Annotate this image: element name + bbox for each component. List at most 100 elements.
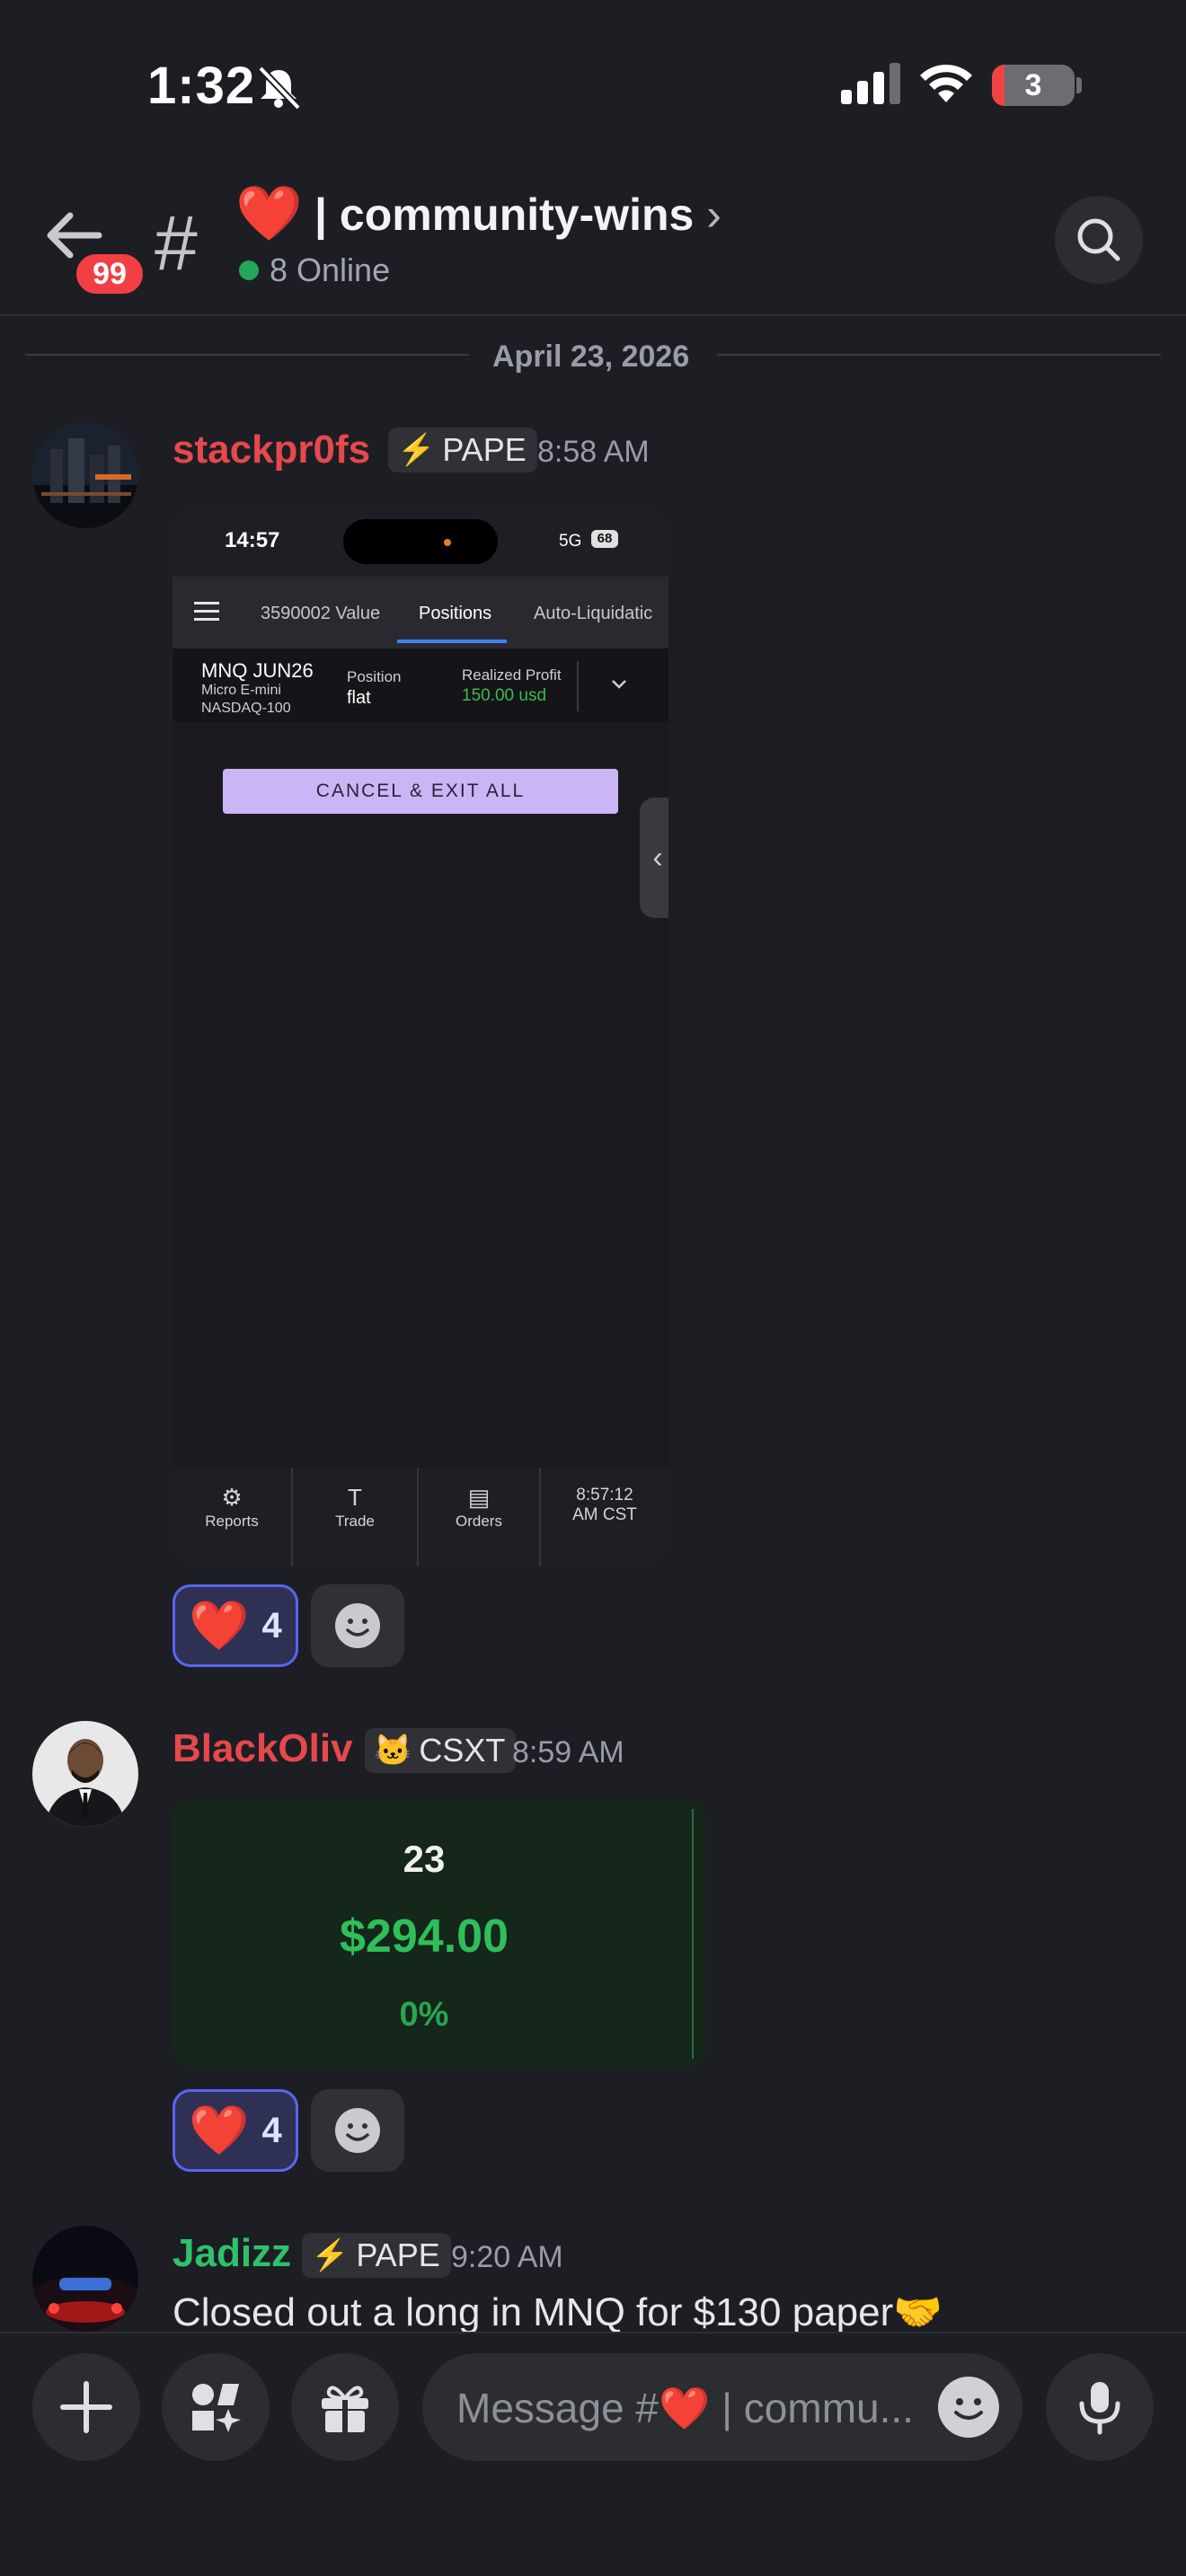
message-author[interactable]: BlackOliv: [173, 1726, 353, 1771]
position-value: flat: [347, 688, 371, 708]
side-panel-handle-icon: ‹: [640, 798, 668, 918]
search-icon: [1077, 218, 1120, 261]
embedded-battery: 68: [591, 530, 618, 548]
date-divider-line-left: [25, 354, 469, 356]
reaction-heart[interactable]: ❤️ 4: [173, 2089, 298, 2172]
embedded-tab-active: Positions: [419, 604, 492, 623]
lightning-icon: ⚡: [397, 433, 436, 467]
voice-message-button[interactable]: [1046, 2353, 1154, 2461]
embedded-tab: 3590002 Value: [261, 604, 381, 623]
date-divider: April 23, 2026: [492, 340, 690, 374]
gear-icon: ⚙: [221, 1484, 243, 1511]
search-button[interactable]: [1055, 196, 1143, 284]
gift-icon: [322, 2386, 368, 2432]
clock-time: 8:57:12: [576, 1486, 633, 1504]
embedded-status-bar: 14:57 5G 68: [173, 505, 668, 577]
embedded-tab: Auto-Liquidatic: [534, 604, 653, 623]
embedded-time: 14:57: [225, 528, 280, 552]
microphone-icon: [1079, 2382, 1120, 2435]
instrument-name: MNQ JUN26: [201, 659, 314, 682]
row-separator: [577, 661, 579, 711]
message-author[interactable]: Jadizz: [173, 2231, 291, 2276]
dynamic-island: [343, 519, 498, 564]
heart-emoji-icon: ❤️: [189, 2104, 250, 2157]
orders-icon: ▤: [467, 1484, 491, 1511]
battery-cap: [1076, 77, 1082, 93]
nav-orders: ▤ Orders: [419, 1468, 539, 1566]
guild-tag[interactable]: ⚡ PAPE: [302, 2233, 451, 2278]
heart-emoji-icon: ❤️: [189, 1599, 250, 1653]
position-label: Position: [347, 668, 402, 685]
hamburger-menu-icon: [194, 602, 219, 626]
pnl-percent: 0%: [399, 1996, 449, 2033]
card-edge: [692, 1809, 694, 2059]
reaction-count: 4: [261, 1605, 282, 1645]
trade-icon: T: [348, 1484, 362, 1511]
add-reaction-button[interactable]: [311, 2089, 404, 2172]
apps-icon: [192, 2384, 241, 2432]
emoji-picker-button[interactable]: [938, 2377, 999, 2438]
smiley-icon: [335, 1603, 380, 1648]
message-timestamp: 8:58 AM: [537, 435, 650, 469]
wifi-icon: [920, 64, 972, 102]
add-reaction-button[interactable]: [311, 1584, 404, 1667]
instrument-desc: Micro E-mini: [201, 683, 281, 698]
status-time: 1:32: [147, 57, 256, 115]
guild-tag-label: PAPE: [442, 431, 527, 468]
nav-reports: ⚙ Reports: [173, 1468, 291, 1566]
active-tab-underline: [397, 640, 507, 643]
message-timestamp: 9:20 AM: [451, 2240, 563, 2274]
embedded-clock: 8:57:12 AM CST: [541, 1468, 668, 1566]
reaction-heart[interactable]: ❤️ 4: [173, 1584, 298, 1667]
image-attachment[interactable]: 14:57 5G 68 3590002 Value Positions Auto…: [173, 505, 668, 1566]
bell-muted-icon: [258, 66, 301, 110]
unread-badge: 99: [72, 250, 147, 298]
smiley-icon: [954, 2398, 983, 2420]
plus-icon: [60, 2381, 112, 2433]
lightning-icon: ⚡: [311, 2238, 350, 2272]
nav-label: Orders: [456, 1513, 502, 1530]
gift-button[interactable]: [291, 2353, 399, 2461]
chevron-right-icon: ›: [706, 190, 721, 240]
trade-count: 23: [403, 1838, 446, 1880]
chevron-down-icon: [612, 680, 626, 689]
message-author[interactable]: stackpr0fs: [173, 428, 370, 472]
image-attachment[interactable]: 23 $294.00 0%: [173, 1800, 706, 2068]
guild-tag[interactable]: ⚡ PAPE: [388, 428, 537, 472]
channel-hash-icon: #: [155, 200, 198, 287]
online-status-dot: [239, 260, 259, 280]
avatar[interactable]: [32, 2226, 138, 2332]
avatar[interactable]: [32, 422, 138, 528]
message-content: Closed out a long in MNQ for $130 paper🤝: [173, 2290, 943, 2334]
attach-plus-button[interactable]: [32, 2353, 140, 2461]
channel-heart-emoji: ❤️: [235, 183, 303, 243]
guild-tag-label: PAPE: [356, 2236, 440, 2273]
embedded-tab-bar: 3590002 Value Positions Auto-Liquidatic: [173, 577, 668, 648]
cat-icon: 🐱: [374, 1734, 412, 1768]
cancel-exit-all-button: CANCEL & EXIT ALL: [223, 769, 618, 814]
channel-title[interactable]: | community-wins ›: [314, 189, 721, 241]
position-row: MNQ JUN26 Micro E-mini NASDAQ-100 Positi…: [173, 648, 668, 722]
pnl-amount: $294.00: [340, 1910, 509, 1963]
reaction-count: 4: [261, 2110, 282, 2150]
clock-zone: AM CST: [572, 1505, 637, 1524]
battery-indicator: 3: [992, 65, 1075, 106]
avatar[interactable]: [32, 1721, 138, 1827]
apps-button[interactable]: [162, 2353, 270, 2461]
nav-trade: T Trade: [293, 1468, 417, 1566]
smiley-icon: [335, 2108, 380, 2153]
profit-label: Realized Profit: [462, 666, 562, 684]
message-timestamp: 8:59 AM: [512, 1735, 624, 1769]
instrument-desc: NASDAQ-100: [201, 701, 291, 716]
message-input-placeholder: Message #❤️ | commu...: [456, 2385, 914, 2431]
online-count: 8 Online: [270, 251, 391, 288]
embedded-network: 5G: [559, 532, 582, 551]
guild-tag[interactable]: 🐱 CSXT: [365, 1728, 517, 1773]
header-divider: [0, 314, 1186, 316]
cellular-signal-icon: [841, 63, 900, 104]
embedded-bottom-nav: ⚙ Reports T Trade ▤ Orders 8:57:12 AM CS…: [173, 1468, 668, 1566]
nav-label: Trade: [335, 1513, 375, 1530]
battery-level: 3: [1024, 68, 1042, 102]
message-input[interactable]: Message #❤️ | commu...: [422, 2353, 1022, 2461]
date-divider-line-right: [717, 354, 1161, 356]
